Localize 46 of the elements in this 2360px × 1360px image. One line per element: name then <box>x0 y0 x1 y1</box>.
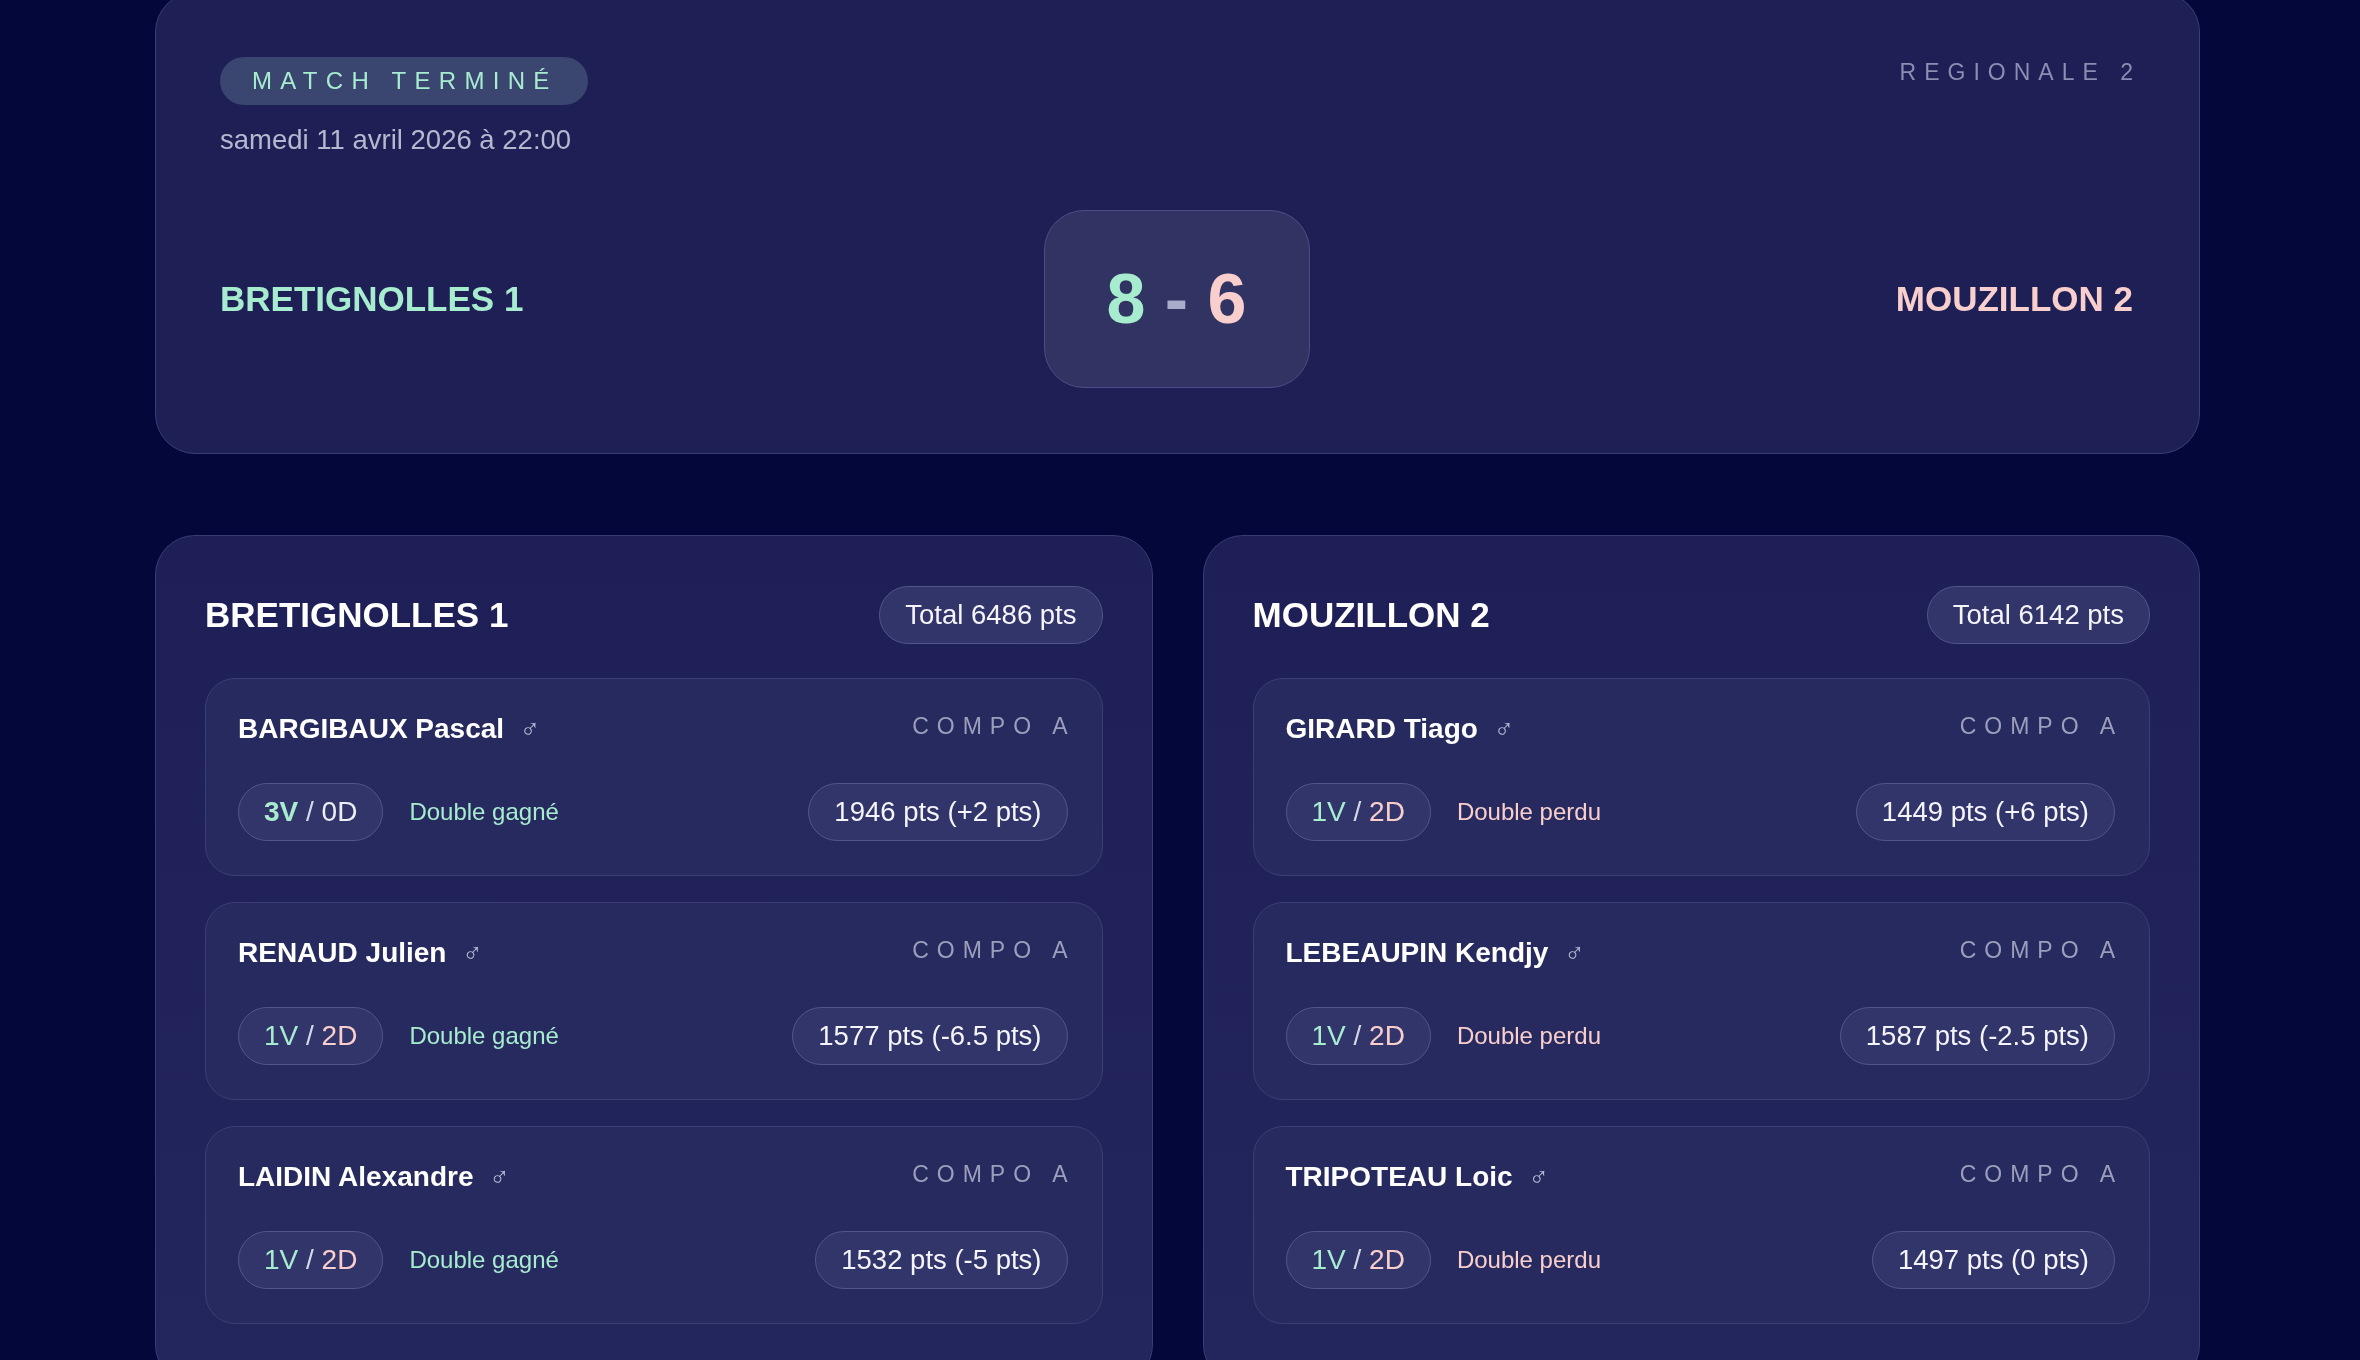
double-result: Double perdu <box>1456 1246 1601 1274</box>
player-name: GIRARD Tiago <box>1285 712 1478 746</box>
male-symbol-icon: ♂ <box>1564 938 1585 968</box>
double-result: Double perdu <box>1456 1022 1601 1050</box>
points-pill: 1532 pts (-5 pts) <box>815 1231 1068 1289</box>
away-team-name: MOUZILLON 2 <box>1895 279 2133 319</box>
points-pill: 1946 pts (+2 pts) <box>808 783 1068 841</box>
compo-label: COMPO A <box>1959 1161 2123 1188</box>
points-pill: 1449 pts (+6 pts) <box>1855 783 2115 841</box>
male-symbol-icon: ♂ <box>1528 1162 1549 1192</box>
player-name: LEBEAUPIN Kendjy <box>1285 936 1549 970</box>
player-name: BARGIBAUX Pascal <box>238 712 505 746</box>
male-symbol-icon: ♂ <box>1493 714 1515 744</box>
record-pill: 1V / 2D <box>1285 1007 1431 1065</box>
points-pill: 1497 pts (0 pts) <box>1871 1231 2115 1289</box>
record-pill: 1V / 2D <box>238 1231 384 1289</box>
total-points-pill: Total 6486 pts <box>879 586 1103 644</box>
compo-label: COMPO A <box>912 713 1076 740</box>
record-pill: 3V / 0D <box>238 783 384 841</box>
double-result: Double gagné <box>409 1022 559 1050</box>
status-badge: MATCH TERMINÉ <box>220 57 588 105</box>
compo-label: COMPO A <box>1959 937 2123 964</box>
male-symbol-icon: ♂ <box>462 938 483 968</box>
score-display: 8 - 6 <box>1043 210 1310 388</box>
record-pill: 1V / 2D <box>238 1007 384 1065</box>
home-team-name: BRETIGNOLLES 1 <box>220 279 524 319</box>
division-label: REGIONALE 2 <box>1899 58 2141 86</box>
compo-label: COMPO A <box>1959 713 2123 740</box>
player-name: LAIDIN Alexandre <box>238 1160 474 1194</box>
points-pill: 1587 pts (-2.5 pts) <box>1839 1007 2115 1065</box>
points-pill: 1577 pts (-6.5 pts) <box>792 1007 1068 1065</box>
team-title: BRETIGNOLLES 1 <box>205 595 509 635</box>
player-name: TRIPOTEAU Loic <box>1285 1160 1513 1194</box>
record-pill: 1V / 2D <box>1285 1231 1431 1289</box>
player-name: RENAUD Julien <box>238 936 447 970</box>
record-pill: 1V / 2D <box>1285 783 1431 841</box>
double-result: Double perdu <box>1456 798 1601 826</box>
double-result: Double gagné <box>409 1246 559 1274</box>
total-points-pill: Total 6142 pts <box>1926 586 2150 644</box>
team-title: MOUZILLON 2 <box>1252 595 1490 635</box>
compo-label: COMPO A <box>912 1161 1076 1188</box>
male-symbol-icon: ♂ <box>489 1162 510 1192</box>
compo-label: COMPO A <box>912 937 1076 964</box>
double-result: Double gagné <box>409 798 559 826</box>
male-symbol-icon: ♂ <box>520 714 541 744</box>
match-date: samedi 11 avril 2026 à 22:00 <box>220 123 572 157</box>
